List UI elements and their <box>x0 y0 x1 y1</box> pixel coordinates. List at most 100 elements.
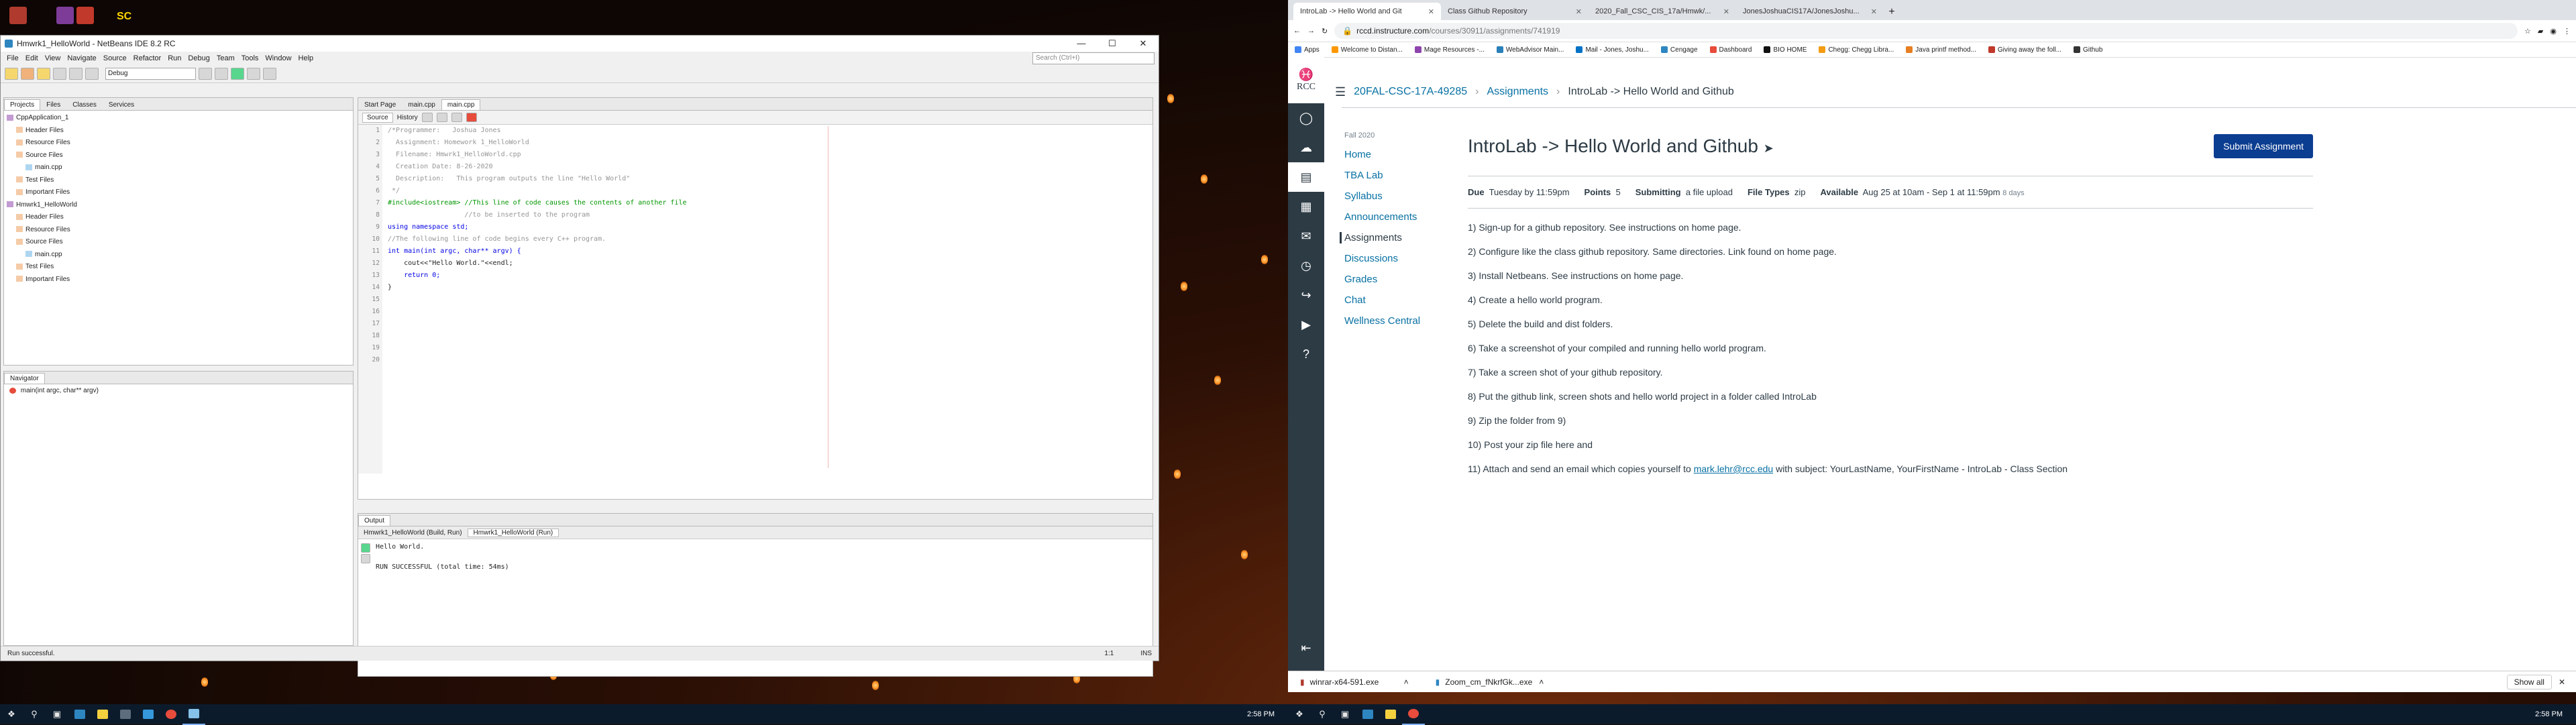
maximize-icon[interactable]: ☐ <box>1097 38 1128 49</box>
editor-toolbar-icon[interactable] <box>451 113 462 122</box>
file-explorer-icon[interactable] <box>91 704 114 724</box>
calendar-icon[interactable]: ▦ <box>1288 192 1324 221</box>
tree-node[interactable]: CppApplication_1 <box>7 112 353 125</box>
clock[interactable]: 2:58 PM <box>1247 710 1275 718</box>
courses-icon[interactable]: ▤ <box>1288 162 1324 192</box>
task-view-icon[interactable]: ▣ <box>46 704 68 724</box>
download-item-zoom[interactable]: Zoom_cm_fNkrfGk...exe <box>1445 677 1539 687</box>
windows-start-icon[interactable]: ❖ <box>1288 704 1311 724</box>
app-shortcut-icon[interactable] <box>76 7 94 24</box>
account-icon[interactable]: ◯ <box>1288 103 1324 133</box>
editor-toolbar-icon[interactable] <box>421 113 433 122</box>
tree-node[interactable]: Hmwrk1_HelloWorld <box>7 199 353 212</box>
clean-build-icon[interactable] <box>215 68 228 80</box>
close-tab-icon[interactable]: ✕ <box>1723 7 1729 16</box>
tab-output[interactable]: Output <box>358 515 391 526</box>
clock[interactable]: 2:58 PM <box>2535 710 2563 718</box>
chrome-icon[interactable] <box>160 704 182 724</box>
output-tab-run[interactable]: Hmwrk1_HelloWorld (Run) <box>467 528 559 537</box>
course-nav-wellness[interactable]: Wellness Central <box>1344 315 1445 327</box>
chevron-up-icon[interactable]: ˄ <box>1539 677 1544 687</box>
forward-icon[interactable]: → <box>1307 27 1315 35</box>
new-project-icon[interactable] <box>21 68 34 80</box>
save-all-icon[interactable] <box>53 68 66 80</box>
bookmark-item[interactable]: Github <box>2073 46 2102 54</box>
menu-debug[interactable]: Debug <box>184 54 213 62</box>
bookmark-item[interactable]: Java printf method... <box>1906 46 1976 54</box>
chrome-icon[interactable] <box>1402 704 1425 725</box>
profile-icon[interactable]: ◉ <box>2550 27 2557 36</box>
bookmark-item[interactable]: Welcome to Distan... <box>1331 46 1403 54</box>
tree-node[interactable]: main.cpp <box>7 162 353 174</box>
tree-node[interactable]: Important Files <box>7 186 353 199</box>
search-icon[interactable]: ⚲ <box>23 704 46 724</box>
output-tab-build-run[interactable]: Hmwrk1_HelloWorld (Build, Run) <box>358 529 468 537</box>
course-nav-grades[interactable]: Grades <box>1344 274 1445 285</box>
history-tab[interactable]: History <box>397 114 418 121</box>
search-input[interactable]: Search (Ctrl+I) <box>1032 52 1155 64</box>
bookmark-item[interactable]: BIO HOME <box>1764 46 1807 54</box>
edge-icon[interactable] <box>68 704 91 724</box>
reload-icon[interactable]: ↻ <box>1322 27 1328 36</box>
tree-node[interactable]: Test Files <box>7 174 353 187</box>
undo-icon[interactable] <box>69 68 83 80</box>
studio-icon[interactable]: ▶ <box>1288 310 1324 339</box>
menu-refactor[interactable]: Refactor <box>130 54 165 62</box>
tree-node[interactable]: main.cpp <box>7 249 353 262</box>
search-icon[interactable]: ⚲ <box>1311 704 1334 724</box>
menu-source[interactable]: Source <box>100 54 130 62</box>
hamburger-icon[interactable]: ☰ <box>1335 85 1346 99</box>
minimize-icon[interactable]: — <box>1066 38 1097 49</box>
commons-icon[interactable]: ↪ <box>1288 280 1324 310</box>
browser-tab-hmwk[interactable]: 2020_Fall_CSC_CIS_17a/Hmwk/... ✕ <box>1589 3 1736 20</box>
bookmark-item[interactable]: Cengage <box>1660 46 1698 54</box>
dashboard-icon[interactable]: ☁ <box>1288 133 1324 162</box>
course-nav-announcements[interactable]: Announcements <box>1344 211 1445 223</box>
back-icon[interactable]: ← <box>1293 27 1301 35</box>
tab-projects[interactable]: Projects <box>4 99 41 110</box>
stop-icon[interactable] <box>361 554 370 563</box>
close-tab-icon[interactable]: ✕ <box>1576 7 1582 16</box>
tab-main-cpp-1[interactable]: main.cpp <box>402 99 441 110</box>
menu-run[interactable]: Run <box>164 54 184 62</box>
tab-main-cpp-2[interactable]: main.cpp <box>441 99 481 110</box>
menu-window[interactable]: Window <box>262 54 294 62</box>
tab-navigator[interactable]: Navigator <box>4 373 45 384</box>
tab-services[interactable]: Services <box>103 99 140 110</box>
rerun-icon[interactable] <box>361 543 370 553</box>
menu-file[interactable]: File <box>3 54 22 62</box>
tree-node[interactable]: Test Files <box>7 261 353 274</box>
run-icon[interactable] <box>231 68 244 80</box>
breakpoint-icon[interactable] <box>466 113 477 122</box>
new-tab-icon[interactable]: + <box>1884 4 1900 20</box>
menu-icon[interactable]: ⋮ <box>2563 27 2571 36</box>
browser-tab-jones[interactable]: JonesJoshuaCIS17A/JonesJoshu... ✕ <box>1736 3 1884 20</box>
desktop-shortcut-label[interactable]: SC <box>117 11 131 23</box>
open-project-icon[interactable] <box>37 68 50 80</box>
recycle-bin-icon[interactable] <box>9 7 27 24</box>
menu-edit[interactable]: Edit <box>22 54 42 62</box>
bookmark-item[interactable]: Chegg: Chegg Libra... <box>1819 46 1894 54</box>
source-tab[interactable]: Source <box>362 112 393 123</box>
inbox-icon[interactable]: ✉ <box>1288 221 1324 251</box>
extensions-icon[interactable]: ▰ <box>2538 27 2543 36</box>
course-nav-home[interactable]: Home <box>1344 149 1445 160</box>
tree-node[interactable]: Resource Files <box>7 224 353 237</box>
close-tab-icon[interactable]: ✕ <box>1871 7 1877 16</box>
editor-toolbar-icon[interactable] <box>436 113 447 122</box>
tree-node[interactable]: Important Files <box>7 274 353 286</box>
bookmark-item[interactable]: Apps <box>1295 46 1320 54</box>
debug-icon[interactable] <box>247 68 260 80</box>
mail-icon[interactable] <box>137 704 160 724</box>
chevron-up-icon[interactable]: ˄ <box>1404 677 1409 687</box>
address-bar[interactable]: 🔒 rccd.instructure.com/courses/30911/ass… <box>1334 23 2518 39</box>
show-all-button[interactable]: Show all <box>2506 674 2552 689</box>
tree-node[interactable]: Source Files <box>7 150 353 162</box>
close-tab-icon[interactable]: ✕ <box>1428 7 1434 16</box>
help-icon[interactable]: ? <box>1288 339 1324 369</box>
star-icon[interactable]: ☆ <box>2524 27 2531 36</box>
menu-tools[interactable]: Tools <box>238 54 262 62</box>
bookmark-item[interactable]: Mage Resources -... <box>1414 46 1485 54</box>
store-icon[interactable] <box>114 704 137 724</box>
tab-start-page[interactable]: Start Page <box>358 99 402 110</box>
